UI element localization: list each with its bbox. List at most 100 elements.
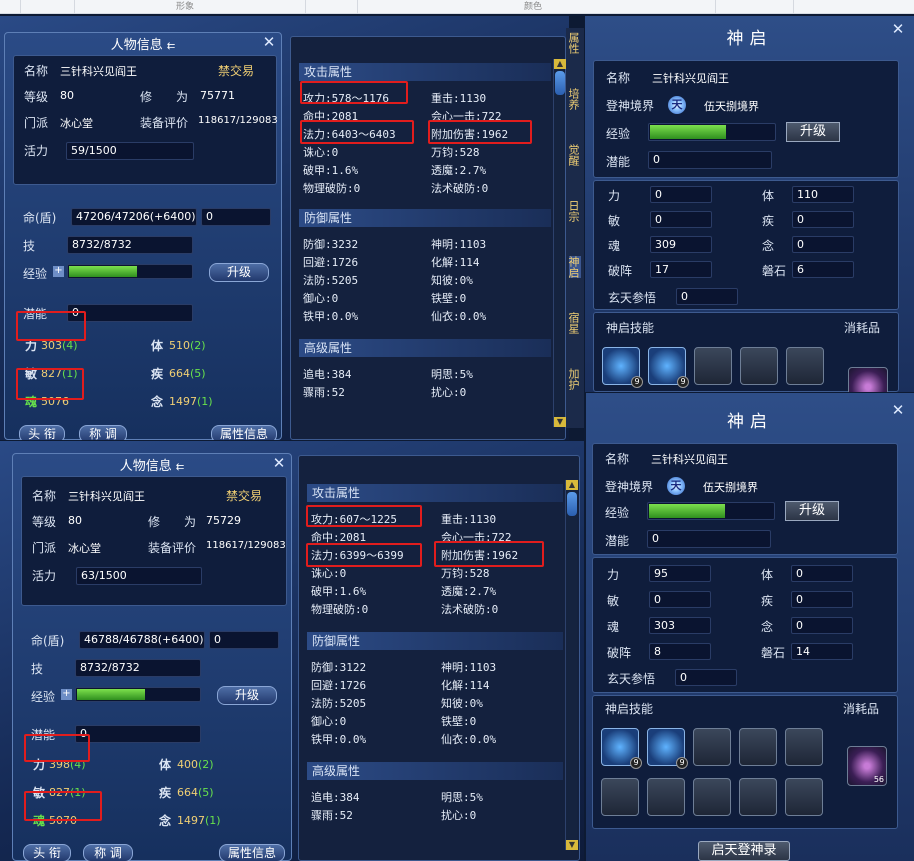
shenqi-skills-box: 神启技能 消耗品 9 9 [593, 312, 899, 392]
mingsi: 明思:5% [431, 368, 473, 381]
side-tab-sun[interactable]: 日宗 [567, 200, 581, 222]
pozhen-label: 破阵 [608, 264, 633, 278]
exp-plus-icon[interactable]: + [53, 266, 64, 277]
consumables-label: 消耗品 [844, 321, 881, 335]
highlight-attack [300, 81, 408, 104]
nian-field: 0 [792, 236, 854, 253]
min-field: 0 [650, 211, 712, 228]
attribute-info-button[interactable]: 属性信息 [219, 844, 285, 861]
realm-value: 伍天捌境界 [703, 481, 758, 494]
title-head-button[interactable]: 头 衔 [23, 844, 71, 861]
con-value: 510(2) [169, 339, 206, 352]
scroll-down-icon: ▼ [554, 417, 566, 427]
side-tab-attributes[interactable]: 属性 [567, 32, 581, 54]
skill-slot-3-icon[interactable] [694, 347, 732, 385]
panshi-field: 6 [792, 261, 854, 278]
skill-slot-8-icon[interactable] [693, 778, 731, 816]
upgrade-button[interactable]: 升级 [209, 263, 269, 282]
xianyi: 仙衣:0.0% [431, 310, 487, 323]
tiejia: 铁甲:0.0% [303, 310, 359, 323]
title-head-button[interactable]: 头 衔 [19, 425, 65, 440]
cultivation-value: 75729 [206, 514, 241, 527]
shenqi-stats-box: 力 95 体 0 敏 0 疾 0 魂 303 念 0 破阵 8 磐石 14 玄天参悟 0 [592, 557, 898, 693]
skill-slot-9-icon[interactable] [739, 778, 777, 816]
skill-slot-2-icon[interactable]: 9 [647, 728, 688, 769]
close-icon[interactable]: ✕ [271, 456, 287, 472]
zhibi: 知彼:0% [431, 274, 473, 287]
side-tab-shenqi[interactable]: 神启 [567, 256, 581, 278]
physical-pen: 物理破防:0 [311, 603, 369, 616]
shenqi-info-box: 名称 三针科兴见阎王 登神境界 天 伍天捌境界 经验 升级 潜能 0 [593, 60, 899, 178]
basic-info-box: 名称 三针科兴见阎王 禁交易 等级 80 修 为 75729 门派 冰心堂 装备… [21, 476, 287, 606]
attribute-scrollbar[interactable]: ▲ ▼ [553, 59, 566, 427]
level-value: 80 [60, 89, 74, 102]
crit: 重击:1130 [441, 513, 497, 526]
close-icon[interactable]: ✕ [890, 403, 906, 419]
con-value: 400(2) [177, 758, 214, 771]
potential-field: 0 [75, 725, 201, 743]
skill-slot-4-icon[interactable] [740, 347, 778, 385]
side-tab-awaken[interactable]: 觉醒 [567, 144, 581, 166]
skill-slot-2-icon[interactable]: 9 [648, 347, 689, 388]
shenqi-stats-box: 力 0 体 110 敏 0 疾 0 魂 309 念 0 破阵 17 磐石 6 玄天参悟 0 [593, 180, 899, 310]
dodge: 回避:1726 [311, 679, 367, 692]
skill-slot-4-icon[interactable] [739, 728, 777, 766]
li-label: 力 [608, 189, 621, 203]
title-call-button[interactable]: 称 调 [79, 425, 127, 440]
close-icon[interactable]: ✕ [261, 35, 277, 51]
side-tab-star[interactable]: 宿星 [567, 312, 581, 334]
hp-label: 命(盾) [31, 634, 65, 648]
title-call-button[interactable]: 称 调 [83, 844, 133, 861]
zhibi: 知彼:0% [441, 697, 483, 710]
shenqi-upgrade-button[interactable]: 升级 [786, 122, 840, 142]
top-toolbar-strip: 形象 颜色 [0, 0, 914, 14]
scroll-thumb[interactable] [567, 492, 577, 516]
skill-slot-5-icon[interactable] [786, 347, 824, 385]
side-tab-train[interactable]: 培养 [567, 88, 581, 110]
login-shen-record-button[interactable]: 启天登神录 [698, 841, 790, 861]
skill-slot-10-icon[interactable] [785, 778, 823, 816]
skill-label: 技 [31, 662, 44, 676]
highlight-extra-damage [434, 541, 544, 567]
basic-info-box: 名称 三针科兴见阎王 禁交易 等级 80 修 为 75771 门派 冰心堂 装备… [13, 55, 278, 185]
exp-label: 经验 [31, 690, 56, 704]
skill-slot-6-icon[interactable] [601, 778, 639, 816]
ji-label: 疾 [761, 594, 774, 608]
highlight-str [16, 311, 86, 341]
close-icon[interactable]: ✕ [890, 22, 906, 38]
exp-plus-icon[interactable]: + [61, 689, 72, 700]
defense: 防御:3122 [311, 661, 367, 674]
shenqi-upgrade-button[interactable]: 升级 [785, 501, 839, 521]
skill-slot-3-icon[interactable] [693, 728, 731, 766]
consumable-orb-icon[interactable]: 56 [847, 746, 887, 786]
highlight-str [24, 734, 90, 762]
upgrade-button[interactable]: 升级 [217, 686, 277, 705]
side-tab-column: 属性 培养 觉醒 日宗 神启 宿星 加护 [566, 28, 584, 428]
highlight-extra-damage [428, 120, 532, 144]
xuantian-field: 0 [676, 288, 738, 305]
hp-field: 47206/47206(+6400) [71, 208, 197, 226]
cultivation-label: 修 为 [140, 90, 189, 104]
ti-label: 体 [761, 568, 774, 582]
zhouyu: 骤雨:52 [311, 809, 353, 822]
column-label-appearance: 形象 [176, 2, 195, 12]
skill-slot-7-icon[interactable] [647, 778, 685, 816]
panshi-label: 磐石 [762, 264, 787, 278]
min-label: 敏 [607, 594, 620, 608]
tiejia: 铁甲:0.0% [311, 733, 367, 746]
consumable-orb-icon[interactable] [848, 367, 888, 392]
skill-slot-1-icon[interactable]: 9 [601, 728, 642, 769]
side-tab-guard[interactable]: 加护 [567, 368, 581, 390]
cultivation-label: 修 为 [148, 515, 197, 529]
shenqi-exp-fill [650, 125, 726, 139]
scroll-thumb[interactable] [555, 71, 565, 95]
hp-field: 46788/46788(+6400) [79, 631, 205, 649]
consumables-label: 消耗品 [843, 702, 880, 716]
attribute-info-button[interactable]: 属性信息 [211, 425, 277, 440]
screenshot-top-left: 人物信息 ⇇ ✕ 名称 三针科兴见阎王 禁交易 等级 80 修 为 75771 … [0, 16, 569, 440]
name-label: 名称 [24, 64, 49, 78]
skill-slot-1-icon[interactable]: 9 [602, 347, 643, 388]
ji-field: 0 [792, 211, 854, 228]
attribute-scrollbar[interactable]: ▲ ▼ [565, 480, 578, 850]
skill-slot-5-icon[interactable] [785, 728, 823, 766]
